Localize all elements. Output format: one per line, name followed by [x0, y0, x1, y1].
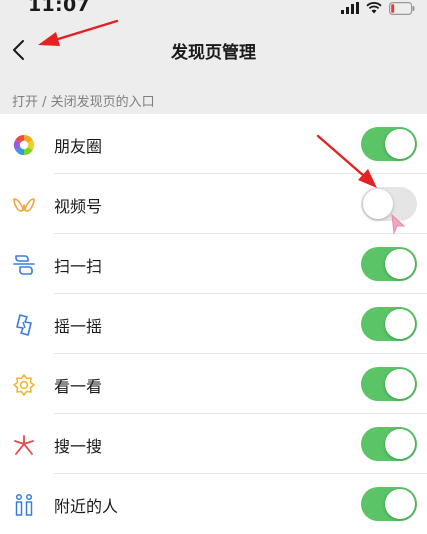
item-label: 搜一搜 [54, 437, 103, 456]
item-label: 朋友圈 [54, 137, 103, 156]
top-stories-toggle[interactable] [361, 367, 417, 401]
moments-icon [13, 134, 35, 156]
top-stories-icon [13, 374, 35, 396]
search-toggle[interactable] [361, 427, 417, 461]
status-bar: 11:07 [0, 0, 427, 22]
toggle-knob [385, 249, 415, 279]
list-item-scan: 扫一扫 [0, 234, 427, 294]
item-label: 附近的人 [54, 497, 119, 516]
nav-bar: 发现页管理 [0, 22, 427, 78]
toggle-knob [385, 489, 415, 519]
list-item-people-nearby: 附近的人 [0, 474, 427, 534]
item-label: 摇一摇 [54, 317, 103, 336]
list-item-moments: 朋友圈 [0, 114, 427, 174]
scan-icon [13, 255, 35, 275]
people-nearby-icon [15, 493, 33, 516]
item-label: 扫一扫 [54, 257, 103, 276]
moments-toggle[interactable] [361, 127, 417, 161]
search-icon [14, 435, 34, 455]
toggle-knob [385, 309, 415, 339]
status-time: 11:07 [28, 0, 90, 16]
section-header: 打开 / 关闭发现页的入口 [12, 95, 155, 110]
toggle-knob [363, 189, 393, 219]
people-nearby-toggle[interactable] [361, 487, 417, 521]
status-icons [341, 0, 415, 16]
toggle-knob [385, 129, 415, 159]
list-item-channels: 视频号 [0, 174, 427, 234]
item-label: 视频号 [54, 197, 103, 216]
page-title: 发现页管理 [171, 43, 256, 63]
channels-icon [13, 198, 35, 212]
shake-toggle[interactable] [361, 307, 417, 341]
wifi-icon [366, 2, 382, 14]
channels-toggle[interactable] [361, 187, 417, 221]
item-label: 看一看 [54, 377, 103, 396]
discover-entries-list: 朋友圈 视频号 扫一扫 摇一摇 看一看 搜一搜 附近的人 [0, 114, 427, 534]
toggle-knob [385, 369, 415, 399]
scan-toggle[interactable] [361, 247, 417, 281]
shake-icon [16, 314, 32, 336]
toggle-knob [385, 429, 415, 459]
list-item-search: 搜一搜 [0, 414, 427, 474]
signal-icon [341, 2, 359, 14]
list-item-top-stories: 看一看 [0, 354, 427, 414]
battery-icon [389, 1, 415, 15]
list-item-shake: 摇一摇 [0, 294, 427, 354]
